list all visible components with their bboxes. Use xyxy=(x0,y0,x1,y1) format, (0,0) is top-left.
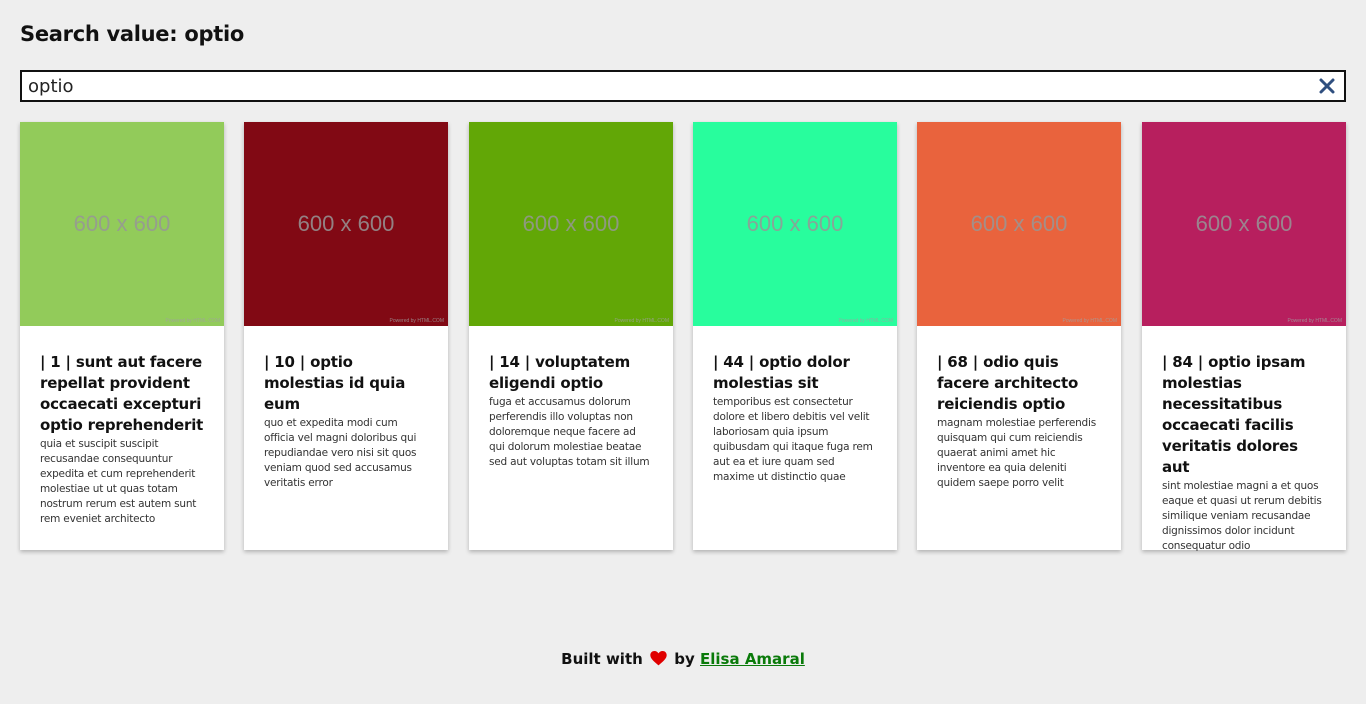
card-text: fuga et accusamus dolorum perferendis il… xyxy=(489,396,650,468)
image-footer: Powered by HTML.COM xyxy=(1287,318,1342,324)
card-body: | 10 | optio molestias id quia eum quo e… xyxy=(244,326,448,491)
card-title: | 68 | odio quis facere architecto reici… xyxy=(937,353,1079,413)
card-image: 600 x 600 Powered by HTML.COM xyxy=(1142,122,1346,326)
card-body: | 44 | optio dolor molestias sit tempori… xyxy=(693,326,897,485)
image-footer: Powered by HTML.COM xyxy=(1062,318,1117,324)
card-text: quo et expedita modi cum officia vel mag… xyxy=(264,417,417,489)
card-image: 600 x 600 Powered by HTML.COM xyxy=(693,122,897,326)
post-card[interactable]: 600 x 600 Powered by HTML.COM | 10 | opt… xyxy=(244,122,448,550)
card-text: sint molestiae magni a et quos eaque et … xyxy=(1162,480,1322,552)
image-footer: Powered by HTML.COM xyxy=(165,318,220,324)
card-title: | 44 | optio dolor molestias sit xyxy=(713,353,850,392)
card-body: | 14 | voluptatem eligendi optio fuga et… xyxy=(469,326,673,470)
image-size-label: 600 x 600 xyxy=(970,211,1068,236)
image-size-label: 600 x 600 xyxy=(297,211,395,236)
card-grid: 600 x 600 Powered by HTML.COM | 1 | sunt… xyxy=(20,122,1346,552)
card-image: 600 x 600 Powered by HTML.COM xyxy=(917,122,1121,326)
card-body: | 1 | sunt aut facere repellat provident… xyxy=(20,326,224,527)
card-image: 600 x 600 Powered by HTML.COM xyxy=(244,122,448,326)
image-footer: Powered by HTML.COM xyxy=(389,318,444,324)
image-size-label: 600 x 600 xyxy=(1195,211,1293,236)
search-box xyxy=(20,70,1346,102)
card-title: | 1 | sunt aut facere repellat provident… xyxy=(40,353,204,434)
card-body: | 84 | optio ipsam molestias necessitati… xyxy=(1142,326,1346,554)
card-body: | 68 | odio quis facere architecto reici… xyxy=(917,326,1121,491)
page: Search value: optio 600 x 600 Powered by… xyxy=(0,0,1366,704)
post-card[interactable]: 600 x 600 Powered by HTML.COM | 68 | odi… xyxy=(917,122,1121,550)
heart-icon xyxy=(650,651,667,670)
post-card[interactable]: 600 x 600 Powered by HTML.COM | 14 | vol… xyxy=(469,122,673,550)
card-title: | 84 | optio ipsam molestias necessitati… xyxy=(1162,353,1306,476)
image-footer: Powered by HTML.COM xyxy=(838,318,893,324)
image-size-label: 600 x 600 xyxy=(746,211,844,236)
footer-prefix: Built with xyxy=(561,650,643,668)
search-input[interactable] xyxy=(22,72,1344,100)
card-image: 600 x 600 Powered by HTML.COM xyxy=(20,122,224,326)
card-text: temporibus est consectetur dolore et lib… xyxy=(713,396,873,483)
footer: Built with by Elisa Amaral xyxy=(0,650,1366,670)
card-image: 600 x 600 Powered by HTML.COM xyxy=(469,122,673,326)
card-title: | 10 | optio molestias id quia eum xyxy=(264,353,406,413)
page-title: Search value: optio xyxy=(20,22,244,46)
post-card[interactable]: 600 x 600 Powered by HTML.COM | 84 | opt… xyxy=(1142,122,1346,552)
footer-middle: by xyxy=(674,650,695,668)
card-text: magnam molestiae perferendis quisquam qu… xyxy=(937,417,1097,489)
image-size-label: 600 x 600 xyxy=(73,211,171,236)
close-icon[interactable] xyxy=(1316,75,1338,97)
post-card[interactable]: 600 x 600 Powered by HTML.COM | 44 | opt… xyxy=(693,122,897,550)
post-card[interactable]: 600 x 600 Powered by HTML.COM | 1 | sunt… xyxy=(20,122,224,550)
card-text: quia et suscipit suscipit recusandae con… xyxy=(40,438,197,525)
card-title: | 14 | voluptatem eligendi optio xyxy=(489,353,631,392)
author-link[interactable]: Elisa Amaral xyxy=(700,650,805,668)
image-size-label: 600 x 600 xyxy=(522,211,620,236)
image-footer: Powered by HTML.COM xyxy=(614,318,669,324)
